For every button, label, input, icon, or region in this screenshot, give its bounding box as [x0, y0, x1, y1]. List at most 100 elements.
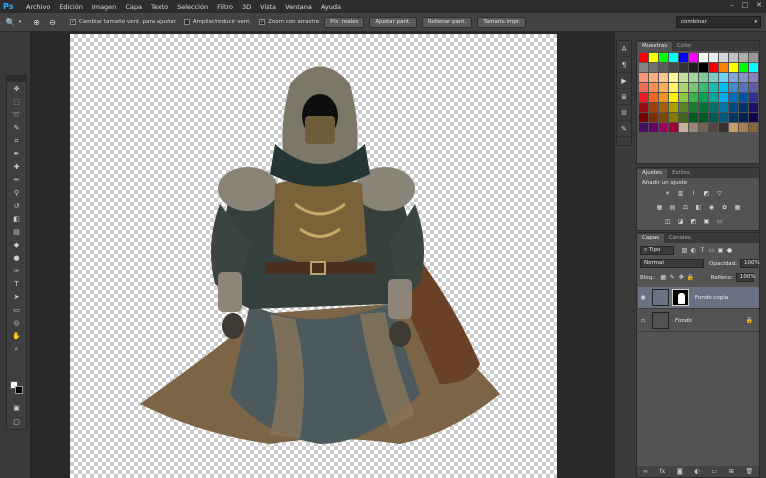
folder-icon[interactable]: ▭: [711, 468, 717, 475]
fit-screen-button[interactable]: Ajustar pant.: [369, 16, 417, 28]
color-swatch[interactable]: [689, 53, 698, 62]
menu-edicion[interactable]: Edición: [59, 3, 83, 11]
color-swatch[interactable]: [739, 103, 748, 112]
color-swatch[interactable]: [639, 63, 648, 72]
color-swatch[interactable]: [719, 53, 728, 62]
zoom-icon[interactable]: 🔍: [5, 17, 16, 28]
posterize-icon[interactable]: ◪: [676, 218, 685, 226]
color-swatch[interactable]: [729, 113, 738, 122]
3d-tool-icon[interactable]: ◎: [7, 317, 26, 329]
panel-grip[interactable]: [7, 76, 26, 82]
tab-muestras[interactable]: Muestras: [637, 42, 673, 51]
type-tool-icon[interactable]: T: [7, 278, 26, 290]
lock-pixels-icon[interactable]: ✎: [668, 274, 677, 282]
print-size-button[interactable]: Tamaño impr.: [477, 16, 527, 28]
color-swatch[interactable]: [639, 93, 648, 102]
color-swatch[interactable]: [679, 53, 688, 62]
color-swatch[interactable]: [689, 103, 698, 112]
color-swatch[interactable]: [739, 63, 748, 72]
color-lookup-icon[interactable]: ▦: [733, 204, 742, 212]
minimize-icon[interactable]: –: [730, 1, 734, 9]
color-swatch[interactable]: [649, 123, 658, 132]
chevron-down-icon[interactable]: ▾: [17, 17, 23, 28]
dodge-tool-icon[interactable]: ●: [7, 252, 26, 264]
menu-3d[interactable]: 3D: [242, 3, 251, 11]
actions-panel-icon[interactable]: ▶: [617, 73, 631, 89]
color-swatch[interactable]: [719, 113, 728, 122]
color-swatch[interactable]: [699, 113, 708, 122]
color-swatch[interactable]: [699, 63, 708, 72]
menu-vista[interactable]: Vista: [260, 3, 276, 11]
checkbox-checked-icon[interactable]: ✓: [70, 19, 76, 25]
quick-selection-tool-icon[interactable]: ✎: [7, 122, 26, 134]
brightness-icon[interactable]: ☀: [663, 190, 672, 198]
color-swatch[interactable]: [709, 73, 718, 82]
canvas[interactable]: [70, 34, 557, 478]
checkbox-unchecked-icon[interactable]: [183, 19, 190, 25]
gradient-map-icon[interactable]: ▭: [715, 218, 724, 226]
filter-toggle-icon[interactable]: ●: [725, 247, 734, 255]
eye-icon[interactable]: ◉: [638, 294, 648, 301]
color-swatch[interactable]: [659, 103, 668, 112]
fill-input[interactable]: 100%: [735, 273, 756, 282]
color-swatch[interactable]: [739, 113, 748, 122]
lock-position-icon[interactable]: ✥: [677, 274, 686, 282]
color-swatch[interactable]: [679, 83, 688, 92]
curves-icon[interactable]: ⌇: [689, 190, 698, 198]
color-swatch[interactable]: [729, 63, 738, 72]
zoom-all-windows-checkbox[interactable]: Ampliar/reducir vent.: [183, 19, 251, 25]
color-swatch[interactable]: [709, 63, 718, 72]
color-swatch[interactable]: [699, 53, 708, 62]
hand-tool-icon[interactable]: ✋: [7, 330, 26, 342]
clone-stamp-tool-icon[interactable]: ⚲: [7, 187, 26, 199]
color-swatch[interactable]: [659, 93, 668, 102]
lasso-tool-icon[interactable]: ➰: [7, 109, 26, 121]
color-swatch[interactable]: [639, 73, 648, 82]
move-tool-icon[interactable]: ✥: [7, 83, 26, 95]
vibrance-icon[interactable]: ▦: [655, 204, 664, 212]
invert-icon[interactable]: ◫: [663, 218, 672, 226]
color-swatch[interactable]: [669, 83, 678, 92]
color-swatch[interactable]: [699, 123, 708, 132]
color-swatch[interactable]: [749, 53, 758, 62]
black-white-icon[interactable]: ◧: [694, 204, 703, 212]
blend-mode-select[interactable]: Normal: [640, 259, 704, 268]
color-swatch[interactable]: [739, 93, 748, 102]
color-swatch[interactable]: [689, 123, 698, 132]
gradient-tool-icon[interactable]: ▤: [7, 226, 26, 238]
color-swatch[interactable]: [699, 73, 708, 82]
color-swatch[interactable]: [719, 93, 728, 102]
color-swatch[interactable]: [649, 63, 658, 72]
color-swatch[interactable]: [699, 93, 708, 102]
layer-filter-select[interactable]: ⌕ Tipo: [640, 246, 674, 255]
color-swatch[interactable]: [679, 123, 688, 132]
selective-color-icon[interactable]: ▣: [702, 218, 711, 226]
filter-pixel-icon[interactable]: ▨: [680, 247, 689, 255]
color-swatch[interactable]: [689, 83, 698, 92]
color-swatch[interactable]: [659, 73, 668, 82]
tab-ajustes[interactable]: Ajustes: [637, 169, 668, 178]
color-swatch[interactable]: [719, 123, 728, 132]
threshold-icon[interactable]: ◩: [689, 218, 698, 226]
menu-archivo[interactable]: Archivo: [26, 3, 50, 11]
menu-filtro[interactable]: Filtro: [217, 3, 233, 11]
color-swatch[interactable]: [689, 113, 698, 122]
color-swatch[interactable]: [679, 103, 688, 112]
eye-hidden-icon[interactable]: ▫: [638, 317, 648, 324]
filter-smart-icon[interactable]: ▣: [716, 247, 725, 255]
fx-icon[interactable]: fx: [660, 468, 666, 475]
color-swatch[interactable]: [669, 113, 678, 122]
tool-presets-icon[interactable]: ⚙: [617, 105, 631, 121]
trash-icon[interactable]: 🗑: [746, 468, 754, 475]
color-swatch[interactable]: [719, 103, 728, 112]
maximize-icon[interactable]: □: [742, 1, 749, 9]
tab-estilos[interactable]: Estilos: [667, 169, 695, 178]
color-swatch[interactable]: [679, 73, 688, 82]
color-swatch[interactable]: [659, 113, 668, 122]
color-swatch[interactable]: [639, 113, 648, 122]
color-swatch[interactable]: [719, 83, 728, 92]
color-swatch[interactable]: [739, 83, 748, 92]
quick-mask-icon[interactable]: ▣: [7, 402, 26, 414]
healing-brush-tool-icon[interactable]: ✚: [7, 161, 26, 173]
color-swatch[interactable]: [669, 123, 678, 132]
